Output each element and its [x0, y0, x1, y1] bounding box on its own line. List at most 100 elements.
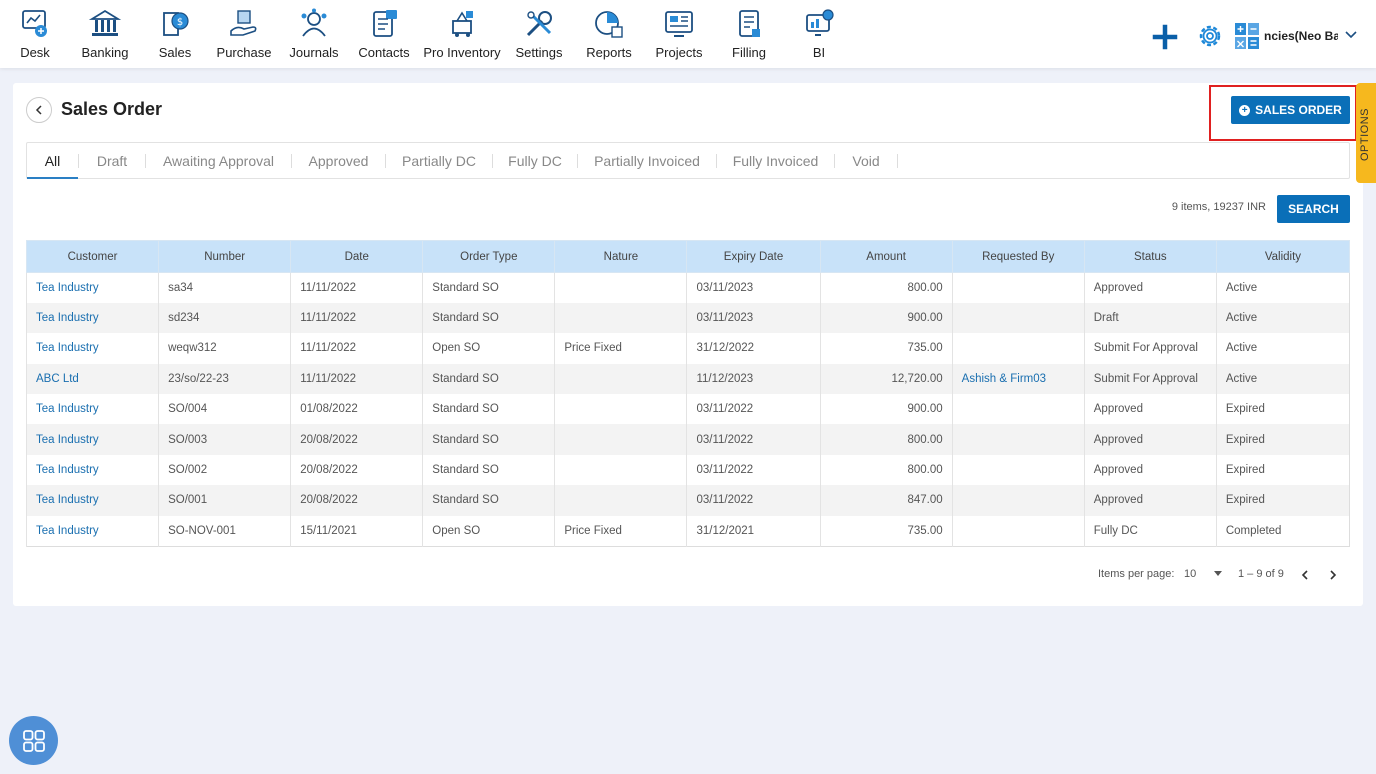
nav-label: Reports — [586, 45, 632, 60]
cell-order-type: Standard SO — [422, 424, 555, 455]
cell-date: 01/08/2022 — [290, 394, 423, 425]
col-header-date[interactable]: Date — [290, 240, 424, 273]
company-name[interactable]: ncies(Neo Ba — [1264, 29, 1338, 43]
cell-customer[interactable]: Tea Industry — [25, 272, 159, 303]
calculator-icon[interactable] — [1234, 22, 1260, 50]
svg-text:$: $ — [177, 17, 183, 28]
nav-pro-inventory[interactable]: Pro Inventory — [423, 0, 501, 68]
chevron-left-icon[interactable] — [1298, 568, 1312, 582]
chevron-right-icon[interactable] — [1326, 568, 1340, 582]
tab-all[interactable]: All — [27, 143, 78, 179]
cell-status: Approved — [1083, 272, 1217, 303]
col-header-order-type[interactable]: Order Type — [422, 240, 556, 273]
nav-sales[interactable]: $ Sales — [140, 0, 210, 68]
plus-icon[interactable] — [1152, 24, 1178, 50]
cell-number: 23/so/22-23 — [158, 363, 291, 395]
col-header-nature[interactable]: Nature — [554, 240, 688, 273]
cell-customer[interactable]: Tea Industry — [25, 394, 159, 425]
nav-journals[interactable]: Journals — [279, 0, 349, 68]
caret-down-icon[interactable] — [1214, 571, 1222, 576]
cell-validity: Expired — [1215, 424, 1350, 455]
col-header-expiry-date[interactable]: Expiry Date — [686, 240, 821, 273]
tab-partially-invoiced[interactable]: Partially Invoiced — [578, 143, 716, 179]
cell-order-type: Standard SO — [422, 302, 555, 334]
chevron-left-icon — [35, 105, 42, 115]
cell-customer[interactable]: Tea Industry — [25, 454, 159, 486]
col-header-requested-by[interactable]: Requested By — [951, 240, 1085, 273]
cell-date: 20/08/2022 — [290, 424, 423, 455]
search-button[interactable]: SEARCH — [1277, 195, 1350, 223]
nav-bi[interactable]: BI — [784, 0, 854, 68]
cell-status: Draft — [1083, 302, 1217, 334]
nav-contacts[interactable]: Contacts — [349, 0, 419, 68]
cell-requested-by[interactable]: Ashish & Firm03 — [951, 363, 1085, 395]
nav-filling[interactable]: Filling — [714, 0, 784, 68]
cell-amount: 800.00 — [819, 424, 953, 455]
cell-amount: 800.00 — [819, 272, 953, 303]
table-row[interactable]: Tea Industry SO/001 20/08/2022 Standard SO 0… — [25, 485, 1350, 516]
cell-requested-by — [951, 302, 1085, 334]
cell-requested-by — [951, 272, 1085, 303]
nav-projects[interactable]: Projects — [644, 0, 714, 68]
tab-partially-dc[interactable]: Partially DC — [386, 143, 492, 179]
cell-customer[interactable]: Tea Industry — [25, 302, 159, 334]
tab-approved[interactable]: Approved — [292, 143, 385, 179]
nav-label: Sales — [158, 45, 192, 60]
tab-void[interactable]: Void — [835, 143, 897, 179]
cell-requested-by — [951, 485, 1085, 516]
col-header-customer[interactable]: Customer — [25, 240, 160, 273]
cell-nature — [554, 394, 687, 425]
sales-icon: $ — [163, 12, 189, 36]
cell-amount: 847.00 — [819, 485, 953, 516]
nav-label: BI — [812, 45, 826, 60]
table-row[interactable]: Tea Industry SO/003 20/08/2022 Standard SO 0… — [25, 424, 1350, 455]
cell-expiry-date: 31/12/2022 — [686, 333, 821, 364]
cell-expiry-date: 11/12/2023 — [686, 363, 821, 395]
nav-purchase[interactable]: Purchase — [209, 0, 279, 68]
cell-amount: 900.00 — [819, 302, 953, 334]
back-button[interactable] — [26, 97, 52, 123]
items-per-page-select[interactable]: 10 — [1184, 568, 1196, 580]
table-row[interactable]: Tea Industry weqw312 11/11/2022 Open SO Pric… — [25, 333, 1350, 364]
desk-icon — [22, 10, 47, 37]
cell-validity: Active — [1215, 272, 1350, 303]
cell-order-type: Standard SO — [422, 363, 555, 395]
table-row[interactable]: Tea Industry sd234 11/11/2022 Standard SO 03… — [25, 302, 1350, 334]
cell-nature — [554, 454, 687, 486]
table-row[interactable]: Tea Industry sa34 11/11/2022 Standard SO 03/… — [25, 272, 1350, 303]
tab-awaiting-approval[interactable]: Awaiting Approval — [146, 143, 291, 179]
tab-fully-dc[interactable]: Fully DC — [493, 143, 577, 179]
tab-fully-invoiced[interactable]: Fully Invoiced — [717, 143, 834, 179]
cell-nature: Price Fixed — [554, 333, 687, 364]
table-row[interactable]: Tea Industry SO-NOV-001 15/11/2021 Open SO P… — [25, 515, 1350, 547]
gear-icon[interactable] — [1196, 22, 1224, 50]
nav-reports[interactable]: Reports — [574, 0, 644, 68]
nav-desk[interactable]: Desk — [0, 0, 70, 68]
nav-banking[interactable]: Banking — [70, 0, 140, 68]
cell-date: 20/08/2022 — [290, 454, 423, 486]
page-title: Sales Order — [61, 99, 163, 119]
highlight-box — [1209, 85, 1357, 141]
app-grid-button[interactable] — [9, 716, 58, 765]
cell-customer[interactable]: Tea Industry — [25, 515, 159, 547]
cell-expiry-date: 03/11/2022 — [686, 454, 821, 486]
cell-customer[interactable]: Tea Industry — [25, 424, 159, 455]
nav-settings[interactable]: Settings — [504, 0, 574, 68]
cell-order-type: Standard SO — [422, 272, 555, 303]
cell-customer[interactable]: ABC Ltd — [25, 363, 159, 395]
col-header-validity[interactable]: Validity — [1215, 240, 1351, 273]
cell-customer[interactable]: Tea Industry — [25, 485, 159, 516]
cell-customer[interactable]: Tea Industry — [25, 333, 159, 364]
col-header-amount[interactable]: Amount — [819, 240, 953, 273]
col-header-number[interactable]: Number — [158, 240, 292, 273]
cell-date: 11/11/2022 — [290, 333, 423, 364]
table-row[interactable]: ABC Ltd 23/so/22-23 11/11/2022 Standard SO 1… — [25, 363, 1350, 395]
nav-label: Filling — [732, 45, 766, 60]
table-row[interactable]: Tea Industry SO/002 20/08/2022 Standard SO 0… — [25, 454, 1350, 486]
items-per-page-label: Items per page: — [1098, 568, 1175, 580]
options-tab[interactable]: OPTIONS — [1356, 83, 1376, 183]
chevron-down-icon[interactable] — [1344, 28, 1358, 42]
tab-draft[interactable]: Draft — [79, 143, 145, 179]
table-row[interactable]: Tea Industry SO/004 01/08/2022 Standard SO 0… — [25, 394, 1350, 425]
col-header-status[interactable]: Status — [1083, 240, 1217, 273]
